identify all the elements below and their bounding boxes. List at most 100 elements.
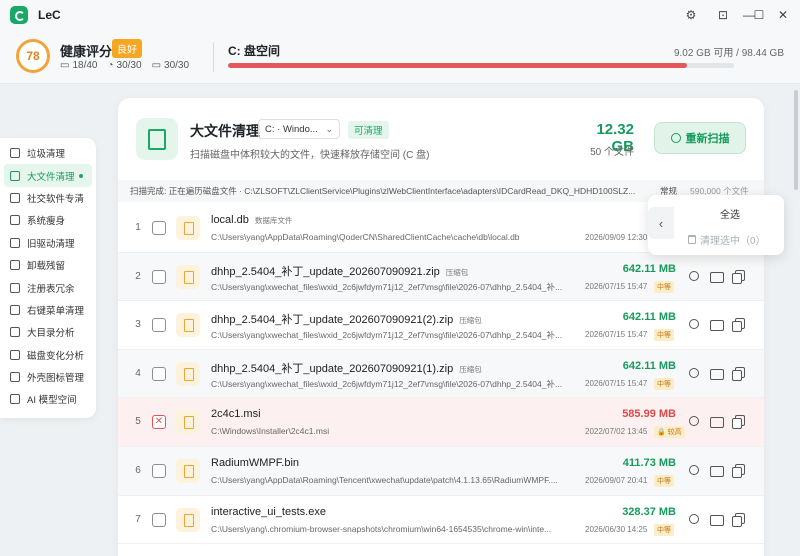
file-icon [176,313,200,338]
row-checkbox[interactable] [152,318,166,333]
row-index: 3 [135,319,141,331]
copy-icon[interactable] [732,415,745,430]
sidebar-item[interactable]: 右键菜单清理 [0,299,96,321]
select-all-button[interactable]: 全选 [720,206,740,221]
file-row[interactable]: 4 dhhp_2.5404_补丁_update_202607090921(1).z… [118,349,764,399]
health-stats: ▭ 18/40 ◔ 30/30 ▭ 30/30 [60,60,189,71]
row-index: 1 [135,222,141,233]
sidebar-item[interactable]: 垃圾清理 [0,142,96,164]
slim-icon [10,215,20,226]
file-size: 642.11 MB [622,311,676,324]
file-row[interactable]: 5 ✕ 2c4c1.msi C:\Windows\Installer\2c4c1.ms… [118,398,764,447]
copy-icon[interactable] [732,269,745,284]
sidebar-item[interactable]: AI 模型空间 [0,388,96,410]
file-row[interactable]: 7 interactive_ui_tests.exe C:\Users\yang\.… [118,496,764,545]
sidebar-item-label: 右键菜单清理 [27,305,85,317]
window-scrollbar[interactable] [794,90,798,190]
open-folder-icon[interactable] [710,367,724,380]
close-icon[interactable]: ✕ [774,6,792,24]
selection-popup: ‹ 全选 清理选中（0） [648,195,784,255]
file-row[interactable]: 3 dhhp_2.5404_补丁_update_202607090921(2).z… [118,301,764,350]
sidebar-item-label: 旧驱动清理 [27,238,75,250]
open-folder-icon[interactable] [710,513,724,526]
health-label: 健康评分 [60,44,113,59]
file-row[interactable]: 2 dhhp_2.5404_补丁_update_202607090921.zip 压… [118,252,764,302]
file-icon [176,264,200,289]
file-path: C:\Users\yang\xwechat_files\wxid_2c6jwfd… [211,330,563,341]
panel-header: 大文件清理 C: · Windo... ⌄ 可清理 扫描磁盘中体积较大的文件，快… [118,98,764,178]
drive-select-value: C: · Windo... [265,123,318,135]
row-checkbox[interactable] [152,269,166,284]
row-actions [688,366,745,381]
app-title: LeC [38,8,61,22]
copy-icon[interactable] [732,463,745,478]
disk-info: 9.02 GB 可用 / 98.44 GB [673,48,784,59]
search-icon[interactable] [688,464,701,477]
row-index: 7 [135,513,141,525]
row-checkbox[interactable] [152,366,166,381]
health-score-ring: 78 [16,39,50,73]
search-icon[interactable] [688,513,701,526]
sidebar-item[interactable]: 外壳图标管理 [0,366,96,388]
search-icon[interactable] [688,270,701,283]
chevron-left-icon[interactable]: ‹ [648,207,674,239]
open-folder-icon[interactable] [710,415,724,429]
open-folder-icon[interactable] [710,464,724,477]
sidebar-item[interactable]: 磁盘变化分析 [0,344,96,366]
sidebar-item-label: 垃圾清理 [27,149,66,161]
sidebar-item[interactable]: 大文件清理 [4,164,92,187]
row-checkbox[interactable] [152,463,166,478]
open-folder-icon[interactable] [710,270,724,283]
file-name-line: dhhp_2.5404_补丁_update_202607090921(2).zi… [211,311,482,327]
sidebar-item[interactable]: 卸载残留 [0,254,96,276]
registry-icon [10,282,20,293]
file-name-line: RadiumWMPF.bin [211,457,299,469]
clean-selected-button[interactable]: 清理选中（0） [688,232,766,247]
row-actions [688,512,745,527]
sidebar-item[interactable]: 系统瘦身 [0,209,96,231]
open-folder-icon[interactable] [710,318,724,332]
chat-icon [10,192,20,203]
file-type-tag: 数据库文件 [254,216,293,225]
file-icon [176,507,200,532]
stat-disk: ▭ 18/40 [60,60,97,71]
row-checkbox[interactable] [152,221,166,235]
pin-icon[interactable]: ⊡ [714,6,732,24]
feature-description: 扫描磁盘中体积较大的文件，快速释放存储空间 (C 盘) [190,150,430,161]
sidebar-item[interactable]: 注册表冗余 [0,276,96,298]
copy-icon[interactable] [732,318,745,333]
risk-badge: 中等 [654,523,674,536]
file-path: C:\Windows\Installer\2c4c1.msi [211,426,330,437]
sidebar-nav: 垃圾清理大文件清理 社交软件专清 系统瘦身旧驱动清理卸载残留 注册表冗余右键菜单清理大… [0,138,96,418]
file-path: C:\Users\yang\.chromium-browser-snapshot… [211,523,552,534]
app-logo-icon [10,6,28,24]
drive-select[interactable]: C: · Windo... ⌄ [258,119,340,139]
row-checkbox[interactable]: ✕ [152,415,166,430]
search-icon[interactable] [688,318,701,331]
file-icon [176,410,200,435]
search-icon[interactable] [688,415,701,428]
file-date: 2026/09/07 20:41 [585,475,648,485]
file-size: 411.73 MB [622,456,676,469]
disk-usage-bar [228,63,734,68]
risk-badge: 🔒 较高 [654,426,685,439]
sidebar-item[interactable]: 社交软件专清 [0,187,96,209]
file-name-line: 2c4c1.msi [211,408,261,420]
settings-gear-icon[interactable]: ⚙ [682,6,700,24]
trash-icon [688,235,696,244]
risk-badge: 中等 [654,474,674,487]
sidebar-item[interactable]: 旧驱动清理 [0,232,96,254]
folder-icon [10,327,20,338]
file-date: 2026/07/15 15:47 [585,281,648,291]
search-icon[interactable] [688,367,701,380]
file-row[interactable]: 6 RadiumWMPF.bin C:\Users\yang\AppData\Roa… [118,446,764,496]
rescan-button[interactable]: 重新扫描 [654,122,746,154]
file-name: RadiumWMPF.bin [211,456,300,469]
row-checkbox[interactable] [152,512,166,527]
large-file-panel: 大文件清理 C: · Windo... ⌄ 可清理 扫描磁盘中体积较大的文件，快… [118,98,764,556]
maximize-icon[interactable]: ☐ [750,6,768,24]
copy-icon[interactable] [732,512,745,527]
copy-icon[interactable] [732,366,745,381]
total-count: 50 个文件 [590,147,634,158]
sidebar-item[interactable]: 大目录分析 [0,321,96,343]
